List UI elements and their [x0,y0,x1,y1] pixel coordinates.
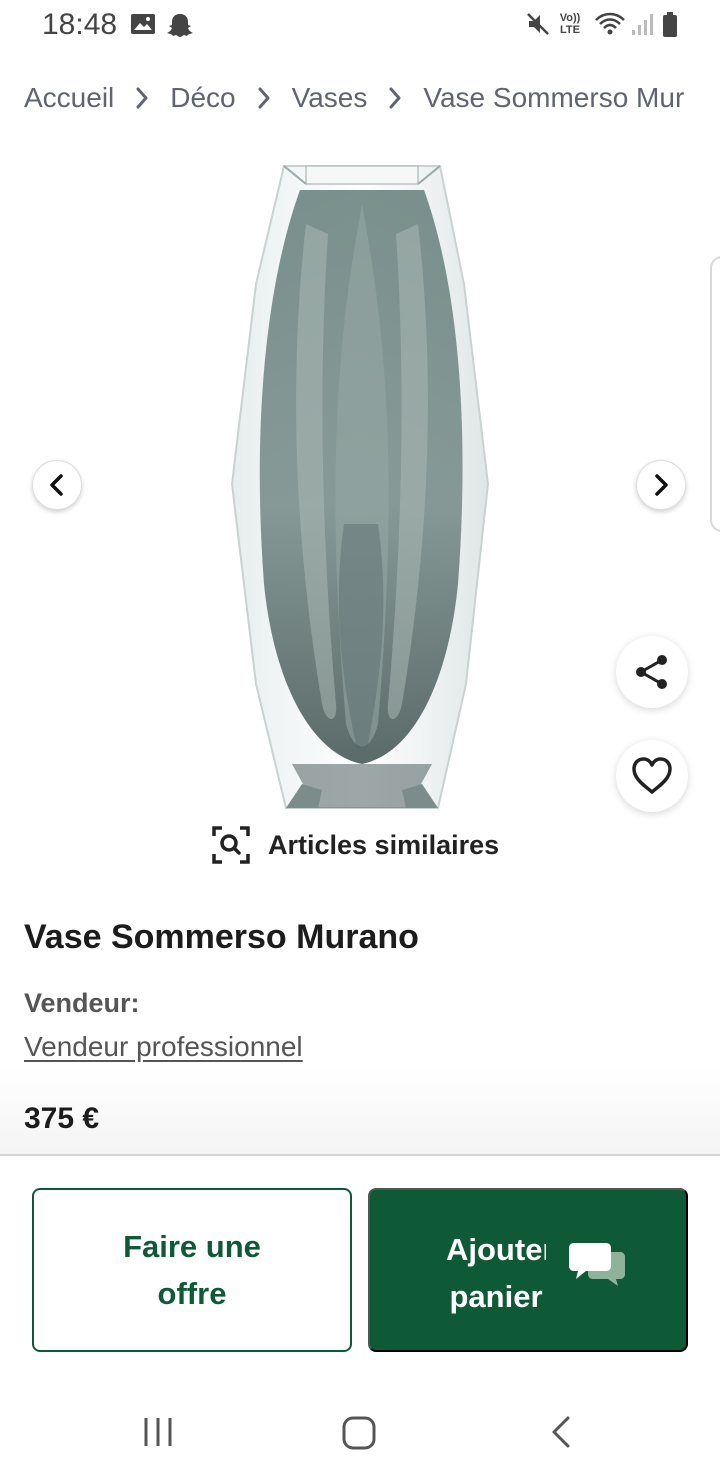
wifi-icon [595,12,625,35]
product-price: 375 € [24,1102,100,1135]
system-navigation-bar [0,1394,720,1480]
next-image-button[interactable] [636,460,686,510]
chevron-right-icon [236,87,292,109]
recent-apps-icon[interactable] [140,1414,176,1450]
share-button[interactable] [616,636,688,708]
make-offer-label: Faire une offre [92,1223,292,1317]
make-offer-label-line1: Faire une [123,1229,261,1264]
add-to-cart-button[interactable]: Ajouter au panier [368,1188,688,1352]
chevron-left-icon [50,474,63,496]
breadcrumb-vases[interactable]: Vases [292,82,368,114]
mute-icon [527,13,549,35]
action-bar: Faire une offre Ajouter au panier [0,1154,720,1394]
product-title: Vase Sommerso Murano [24,918,419,956]
seller-label: Vendeur: [24,988,140,1018]
product-image[interactable] [226,164,494,810]
battery-icon [663,12,677,37]
share-icon [636,655,667,689]
price-fade [0,1068,720,1154]
previous-image-button[interactable] [32,460,82,510]
add-to-cart-label-line1: Ajouter au [446,1232,546,1267]
make-offer-button[interactable]: Faire une offre [32,1188,352,1352]
back-icon[interactable] [548,1414,574,1450]
heart-icon [632,757,672,794]
similar-articles-button[interactable]: Articles similaires [210,822,499,868]
make-offer-label-line2: offre [157,1276,227,1311]
gallery-icon [131,14,155,34]
status-time: 18:48 [42,8,118,41]
chevron-right-icon [367,87,423,109]
add-to-cart-label: Ajouter au panier [446,1226,546,1320]
favorite-button[interactable] [616,740,688,812]
home-icon[interactable] [340,1414,378,1452]
chat-icon[interactable] [568,1240,626,1288]
breadcrumb: Accueil Déco Vases Vase Sommerso Mur [24,78,720,118]
volte-icon: Vo)) LTE [559,12,581,36]
seller-link[interactable]: Vendeur professionnel [24,1031,303,1063]
snapchat-icon [167,14,193,37]
breadcrumb-deco[interactable]: Déco [170,82,235,114]
product-image-gallery[interactable] [0,160,720,812]
visual-search-icon [212,826,250,864]
add-to-cart-label-line2: panier [449,1279,543,1314]
edge-panel-handle[interactable] [710,256,720,532]
chevron-right-icon [655,474,668,496]
breadcrumb-home[interactable]: Accueil [24,82,114,114]
breadcrumb-current: Vase Sommerso Mur [423,82,685,113]
signal-icon [632,14,653,35]
similar-articles-label: Articles similaires [268,829,500,860]
chevron-right-icon [114,87,170,109]
status-bar: 18:48 Vo)) LTE [0,0,720,52]
